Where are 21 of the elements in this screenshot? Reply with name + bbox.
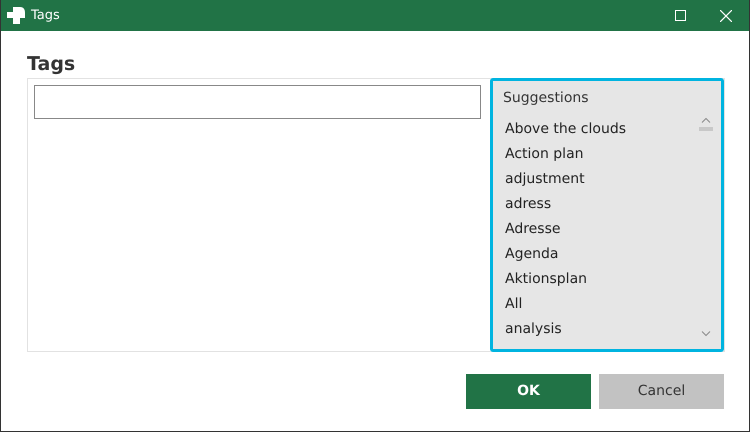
- suggestion-item[interactable]: All: [503, 292, 697, 317]
- tag-input-field[interactable]: [34, 84, 481, 119]
- suggestions-title: Suggestions: [503, 88, 590, 108]
- suggestion-item[interactable]: Adresse: [503, 216, 697, 242]
- suggestion-item[interactable]: analysis: [503, 316, 697, 342]
- scroll-down-icon[interactable]: [701, 330, 711, 337]
- maximize-icon[interactable]: [674, 10, 686, 21]
- scroll-up-icon[interactable]: [701, 116, 711, 123]
- suggestion-item[interactable]: Agenda: [503, 242, 697, 267]
- suggestion-item[interactable]: Aktionsplan: [503, 266, 697, 292]
- suggestion-item[interactable]: adjustment: [503, 166, 697, 192]
- window-title: Tags: [31, 6, 60, 25]
- suggestion-item[interactable]: Action plan: [503, 142, 697, 167]
- scrollbar-thumb[interactable]: [699, 126, 713, 131]
- app-logo-icon: [7, 6, 25, 24]
- suggestion-item[interactable]: Above the clouds: [503, 116, 697, 142]
- heading: Tags: [27, 53, 76, 76]
- suggestion-item[interactable]: adress: [503, 192, 697, 217]
- cancel-button[interactable]: Cancel: [599, 374, 724, 409]
- ok-button[interactable]: OK: [466, 374, 591, 409]
- close-icon[interactable]: [720, 10, 732, 22]
